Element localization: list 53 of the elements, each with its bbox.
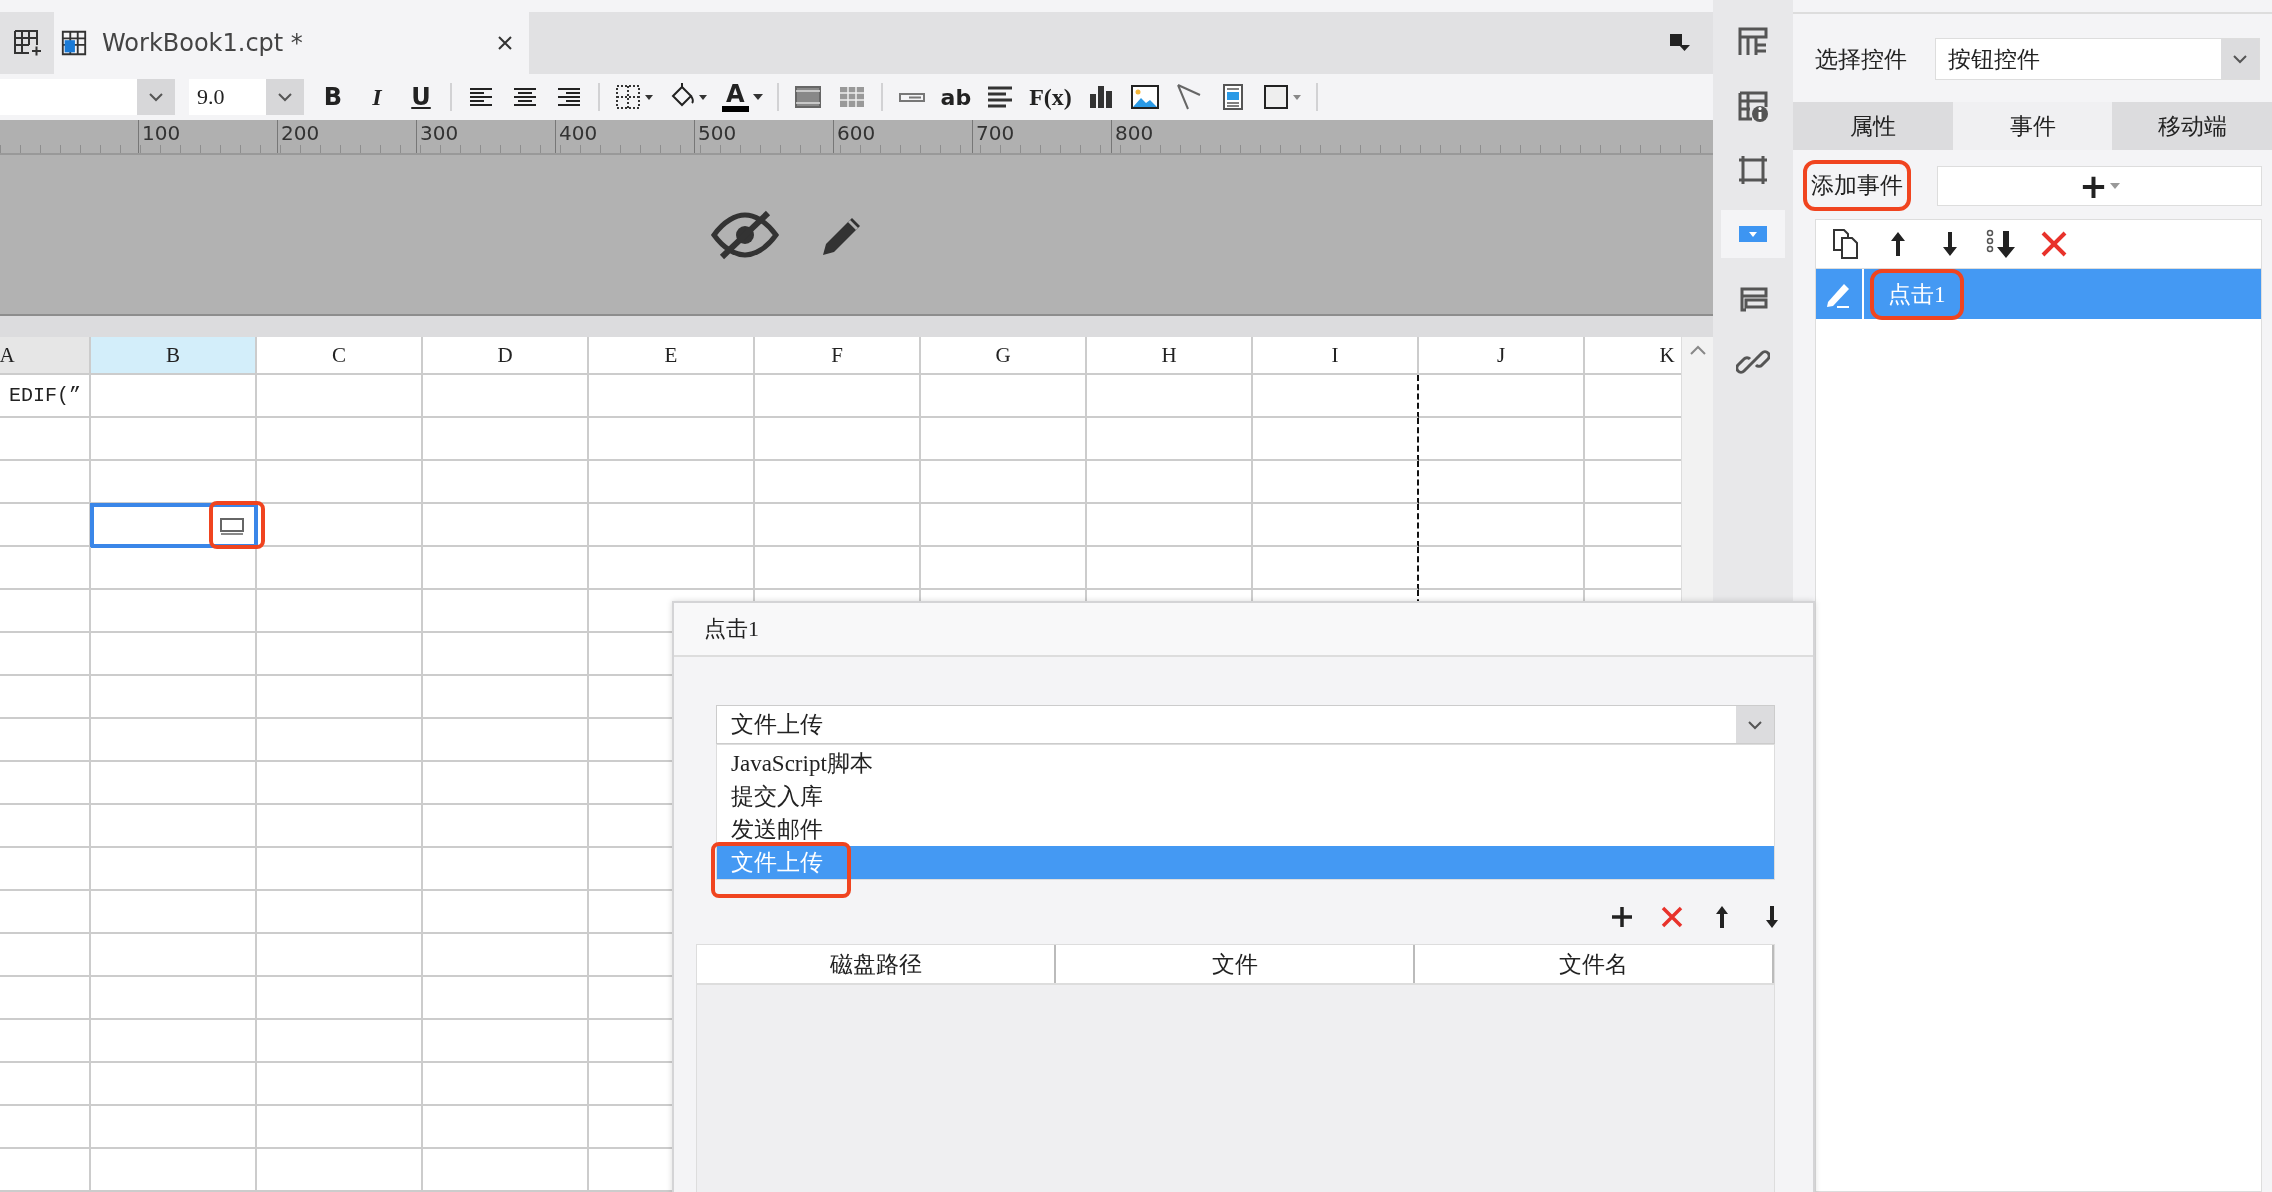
control-select[interactable]: 按钮控件 [1935, 38, 2260, 80]
ruler-label: 300 [419, 121, 459, 145]
text-box-button[interactable]: ab [940, 84, 972, 110]
sheet-icon [60, 29, 88, 57]
font-size-select[interactable]: 9.0 [189, 79, 304, 115]
column-header[interactable]: B [91, 337, 257, 375]
new-sheet-icon[interactable] [12, 28, 42, 58]
borders-icon[interactable] [614, 82, 654, 112]
formula-button[interactable]: F(x) [1029, 83, 1072, 111]
crop-icon[interactable] [1736, 153, 1770, 187]
selected-cell[interactable] [91, 504, 257, 547]
ruler-label: 400 [558, 121, 598, 145]
table-header[interactable]: 文件名 [1415, 945, 1774, 983]
column-header[interactable]: E [589, 337, 755, 375]
cell-text: EDIF(” [9, 384, 82, 407]
table-header[interactable]: 文件 [1056, 945, 1415, 983]
column-header[interactable]: G [921, 337, 1087, 375]
ruler-label: 500 [697, 121, 737, 145]
table-header[interactable]: 磁盘路径 [697, 945, 1056, 983]
hidden-eye-icon [710, 209, 780, 260]
column-header[interactable]: A [0, 337, 91, 375]
panel-tab[interactable]: 移动端 [2112, 102, 2272, 150]
dialog-title: 点击1 [704, 615, 759, 643]
ruler-label: 700 [975, 121, 1015, 145]
column-header[interactable]: I [1253, 337, 1419, 375]
ruler-label: 800 [1114, 121, 1154, 145]
frame-icon[interactable] [1261, 82, 1302, 112]
dropdown-option[interactable]: JavaScript脚本 [717, 747, 1774, 780]
column-header[interactable]: D [423, 337, 589, 375]
add-event-button[interactable]: + [1937, 165, 2262, 206]
ruler-label: 600 [836, 121, 876, 145]
action-select[interactable]: 文件上传 [716, 705, 1775, 744]
font-color-button[interactable]: A [722, 82, 763, 112]
select-control-label: 选择控件 [1815, 44, 1907, 74]
column-header[interactable]: C [257, 337, 423, 375]
column-header[interactable]: H [1087, 337, 1253, 375]
ruler-label: 100 [141, 121, 181, 145]
widget-tool[interactable] [1721, 210, 1785, 258]
dropdown-option[interactable]: 发送邮件 [717, 813, 1774, 846]
bold-button[interactable]: B [318, 83, 348, 111]
panel-tab[interactable]: 事件 [1952, 102, 2113, 150]
caret-icon[interactable] [752, 94, 763, 100]
move-to-bottom-icon[interactable] [1986, 228, 2018, 260]
image-icon[interactable] [1129, 82, 1160, 112]
cell-info-icon[interactable] [1736, 89, 1770, 123]
document-tab[interactable]: WorkBook1.cpt * [54, 12, 529, 74]
underline-button[interactable]: U [406, 83, 436, 111]
ruler-label: 200 [280, 121, 320, 145]
column-header[interactable]: J [1419, 337, 1585, 375]
column-header[interactable]: F [755, 337, 921, 375]
dropdown-option[interactable]: 提交入库 [717, 780, 1774, 813]
panel-tab[interactable]: 属性 [1793, 102, 1953, 150]
italic-button[interactable]: I [362, 83, 392, 111]
